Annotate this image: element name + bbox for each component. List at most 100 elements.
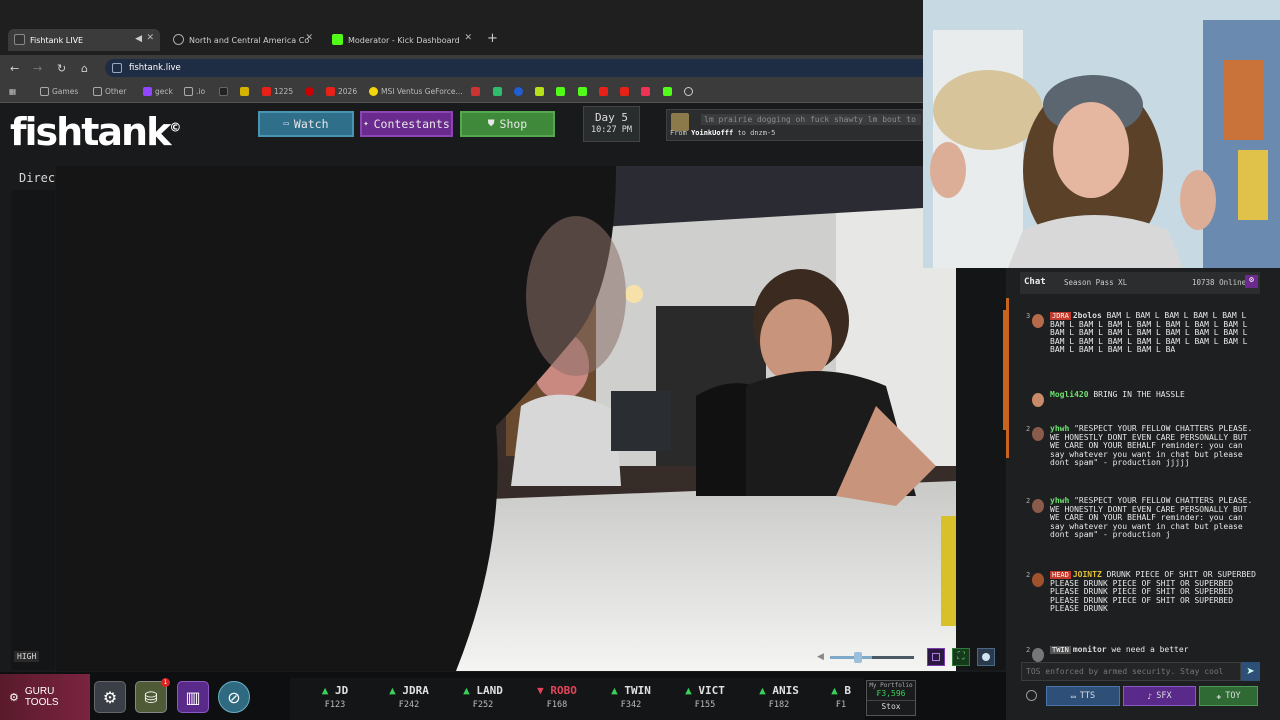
fullscreen-icon: ⛶ <box>957 651 965 662</box>
ticker-item[interactable]: ▲ VICT ₣155 <box>670 684 740 710</box>
chat-message: 2 yhwh "RESPECT YOUR FELLOW CHATTERS PLE… <box>1026 424 1253 468</box>
up-arrow-icon: ▲ <box>463 684 470 697</box>
chat-message: 3 JDRA 2bolos BAM L BAM L BAM L BAM L BAM… <box>1026 311 1248 355</box>
tab-title: Fishtank LIVE <box>30 35 84 45</box>
bookmark-kick-2[interactable] <box>578 87 590 96</box>
github-icon <box>684 87 693 96</box>
compass-icon: ⊘ <box>227 687 241 707</box>
ticker-item[interactable]: ▼ ROBO ₣168 <box>522 684 592 710</box>
kick-icon <box>663 87 672 96</box>
bookmark-msi[interactable]: MSI Ventus GeForce... <box>369 87 463 96</box>
ticker-item[interactable]: ▲ JD ₣123 <box>300 684 370 710</box>
back-icon[interactable]: ← <box>10 62 19 75</box>
bookmark-icon-h[interactable] <box>641 87 653 96</box>
chat-settings-icon[interactable]: ⚙ <box>1245 275 1258 288</box>
speaker-icon[interactable]: ◀ <box>135 34 142 44</box>
portfolio-label: My Portfolio <box>869 682 913 689</box>
chat-message: 2 yhwh "RESPECT YOUR FELLOW CHATTERS PLE… <box>1026 496 1253 540</box>
up-arrow-icon: ▲ <box>611 684 618 697</box>
youtube-icon <box>599 87 608 96</box>
stox-button[interactable]: Stox <box>867 700 915 711</box>
bookmark-icon-e[interactable] <box>493 87 505 96</box>
chat-message: Mogli420 BRING IN THE HASSLE <box>1026 390 1256 407</box>
volume-slider[interactable] <box>830 652 914 663</box>
bookmark-icon-a[interactable] <box>219 87 231 96</box>
tab-kick-dashboard[interactable]: Moderator - Kick Dashboard ✕ <box>326 29 478 51</box>
team-badge: TWIN <box>1050 646 1071 654</box>
folder-icon <box>40 87 49 96</box>
close-tab-icon[interactable]: ✕ <box>464 33 472 43</box>
fishtank-logo[interactable]: fishtank© <box>10 110 181 154</box>
fullscreen-button[interactable]: ⛶ <box>952 648 970 666</box>
guru-tools-button[interactable]: ⚙ GURU TOOLS <box>0 674 90 720</box>
avatar <box>1032 427 1044 441</box>
send-icon[interactable]: ➤ <box>1241 662 1260 681</box>
season-pass-tab[interactable]: Season Pass XL <box>1064 278 1127 287</box>
emoji-icon[interactable] <box>1026 690 1037 701</box>
settings-tool-button[interactable]: ⚙ <box>94 681 126 713</box>
new-tab-button[interactable]: + <box>487 31 498 46</box>
folder-icon <box>93 87 102 96</box>
bookmark-icon-c[interactable] <box>305 87 317 96</box>
tts-button[interactable]: ▭ TTS <box>1046 686 1120 706</box>
star-icon: ✦ <box>363 119 369 129</box>
shop-button[interactable]: ⛊ Shop <box>460 111 555 137</box>
bookmark-youtube-1[interactable] <box>599 87 611 96</box>
bookmark-games[interactable]: Games <box>40 87 78 96</box>
toy-button[interactable]: ✚ TOY <box>1199 686 1258 706</box>
clan-tool-button[interactable]: ▥ <box>177 681 209 713</box>
live-video-feed[interactable] <box>56 166 956 671</box>
bookmark-1225[interactable]: 1225 <box>262 87 293 96</box>
username[interactable]: Mogli420 <box>1050 390 1089 399</box>
forward-icon[interactable]: → <box>33 62 42 75</box>
tab-north-america[interactable]: North and Central America Co ✕ <box>167 29 319 51</box>
sfx-button[interactable]: ♪ SFX <box>1123 686 1196 706</box>
bookmark-icon-d[interactable] <box>471 87 483 96</box>
bookmark-icon-b[interactable] <box>240 87 252 96</box>
chat-input[interactable]: TOS enforced by armed security. Stay coo… <box>1021 662 1241 681</box>
reload-icon[interactable]: ↻ <box>57 62 66 75</box>
close-tab-icon[interactable]: ✕ <box>146 33 154 43</box>
portfolio-box[interactable]: My Portfolio ₣3,596 Stox <box>866 680 916 716</box>
bookmark-geck[interactable]: geck <box>143 87 173 96</box>
youtube-icon <box>262 87 271 96</box>
message-text: we need a better <box>1111 645 1189 654</box>
settings-dot-button[interactable] <box>977 648 995 666</box>
bookmark-github[interactable] <box>684 87 696 96</box>
gear-icon: ⚙ <box>102 687 118 707</box>
site-info-icon[interactable] <box>112 63 122 73</box>
quality-badge[interactable]: HIGH <box>14 651 40 662</box>
portfolio-value: ₣3,596 <box>876 689 906 698</box>
home-icon[interactable]: ⌂ <box>81 62 88 75</box>
volume-icon[interactable]: ◀ <box>817 652 824 662</box>
briefcase-icon: ⛁ <box>144 687 158 707</box>
close-tab-icon[interactable]: ✕ <box>305 33 313 43</box>
bookmark-icon-g[interactable] <box>535 87 547 96</box>
bookmark-io[interactable]: .io <box>184 87 205 96</box>
message-text: "RESPECT YOUR FELLOW CHATTERS PLEASE. WE… <box>1050 496 1253 540</box>
tab-fishtank[interactable]: Fishtank LIVE ◀ ✕ <box>8 29 160 51</box>
volume-handle[interactable] <box>854 652 862 663</box>
ticker-item[interactable]: ▲ B ₣1 <box>818 684 864 710</box>
theater-mode-button[interactable] <box>927 648 945 666</box>
url-field[interactable]: fishtank.live <box>105 59 923 77</box>
bookmark-icon-f[interactable] <box>514 87 526 96</box>
bookmark-youtube-2[interactable] <box>620 87 632 96</box>
ticker-item[interactable]: ▲ ANIS ₣182 <box>744 684 814 710</box>
ticker-item[interactable]: ▲ TWIN ₣342 <box>596 684 666 710</box>
map-tool-button[interactable]: ⊘ <box>218 681 250 713</box>
all-bookmarks-icon[interactable]: ▦ <box>9 87 16 96</box>
bookmark-kick-1[interactable] <box>556 87 568 96</box>
bookmark-2026[interactable]: 2026 <box>326 87 357 96</box>
tts-from: From YoinkUofff to dnzm-5 <box>670 129 776 137</box>
bookmark-kick-3[interactable] <box>663 87 675 96</box>
ticker-item[interactable]: ▲ JDRA ₣242 <box>374 684 444 710</box>
stock-ticker: ▲ JD ₣123 ▲ JDRA ₣242 ▲ LAND ₣252 ▼ ROBO ₣16… <box>290 678 865 720</box>
ticker-item[interactable]: ▲ LAND ₣252 <box>448 684 518 710</box>
watch-button[interactable]: ▭ Watch <box>258 111 354 137</box>
contestants-button[interactable]: ✦ Contestants <box>360 111 453 137</box>
username[interactable]: monitor <box>1073 645 1107 654</box>
avatar <box>1032 499 1044 513</box>
day-clock: Day 5 10:27 PM <box>583 106 640 142</box>
bookmark-other[interactable]: Other <box>93 87 126 96</box>
